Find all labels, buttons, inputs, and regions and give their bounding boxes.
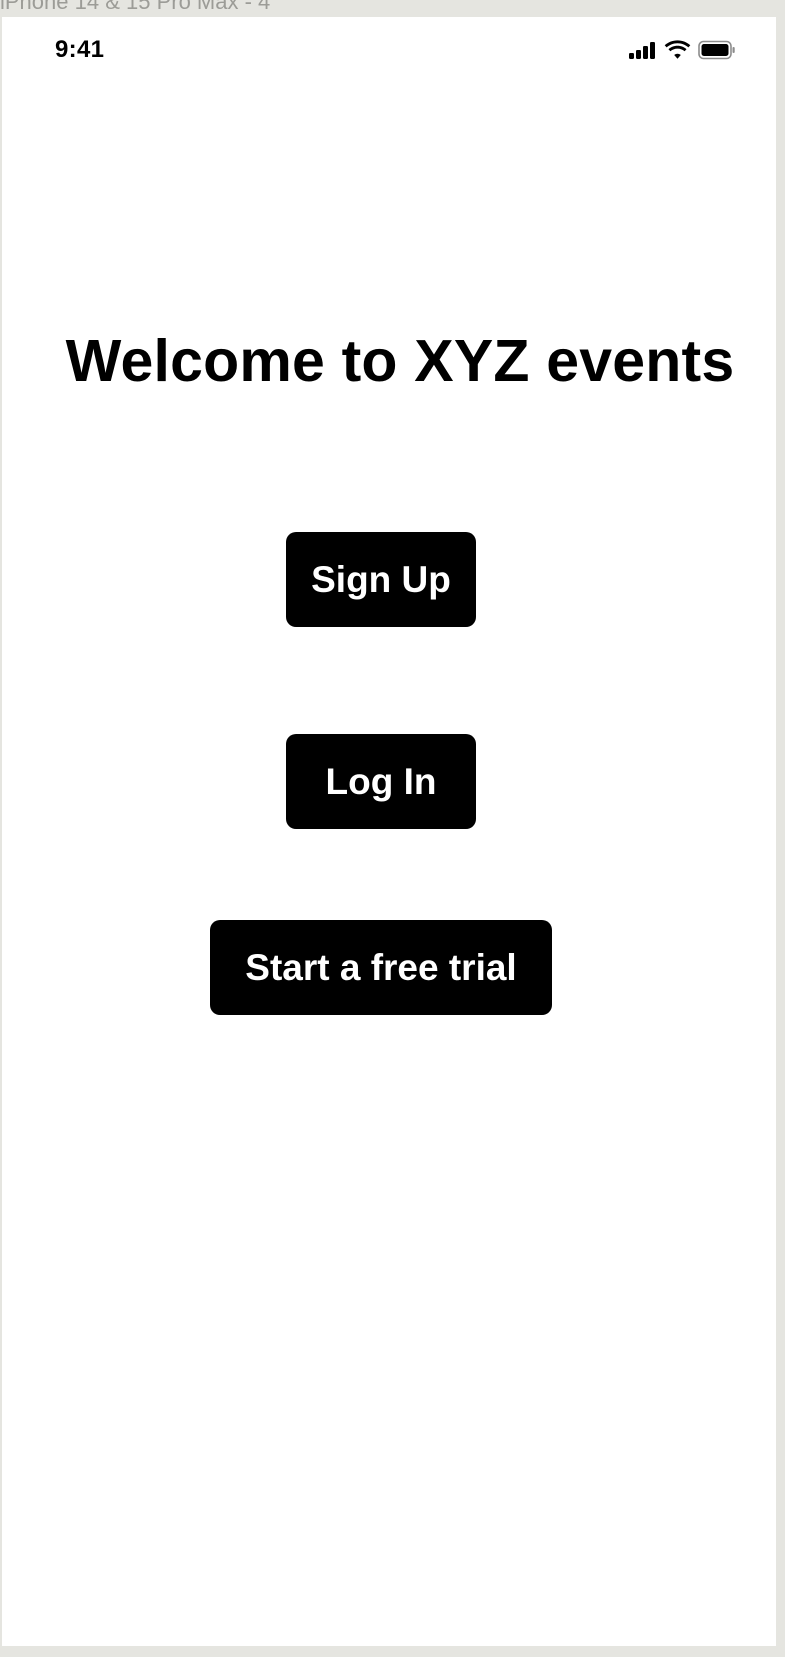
battery-icon (698, 40, 736, 60)
wifi-icon (664, 40, 691, 60)
welcome-title: Welcome to XYZ events (65, 328, 735, 394)
start-free-trial-button[interactable]: Start a free trial (210, 920, 552, 1015)
cellular-signal-icon (628, 40, 658, 60)
status-icons (628, 39, 736, 61)
status-bar: 9:41 (2, 17, 776, 87)
sign-up-button[interactable]: Sign Up (286, 532, 476, 627)
log-in-button[interactable]: Log In (286, 734, 476, 829)
status-time: 9:41 (55, 36, 105, 63)
frame-label: iPhone 14 & 15 Pro Max - 4 (0, 0, 271, 14)
phone-screen: 9:41 Welcome to XYZ events Sign Up Log I… (2, 17, 776, 1646)
